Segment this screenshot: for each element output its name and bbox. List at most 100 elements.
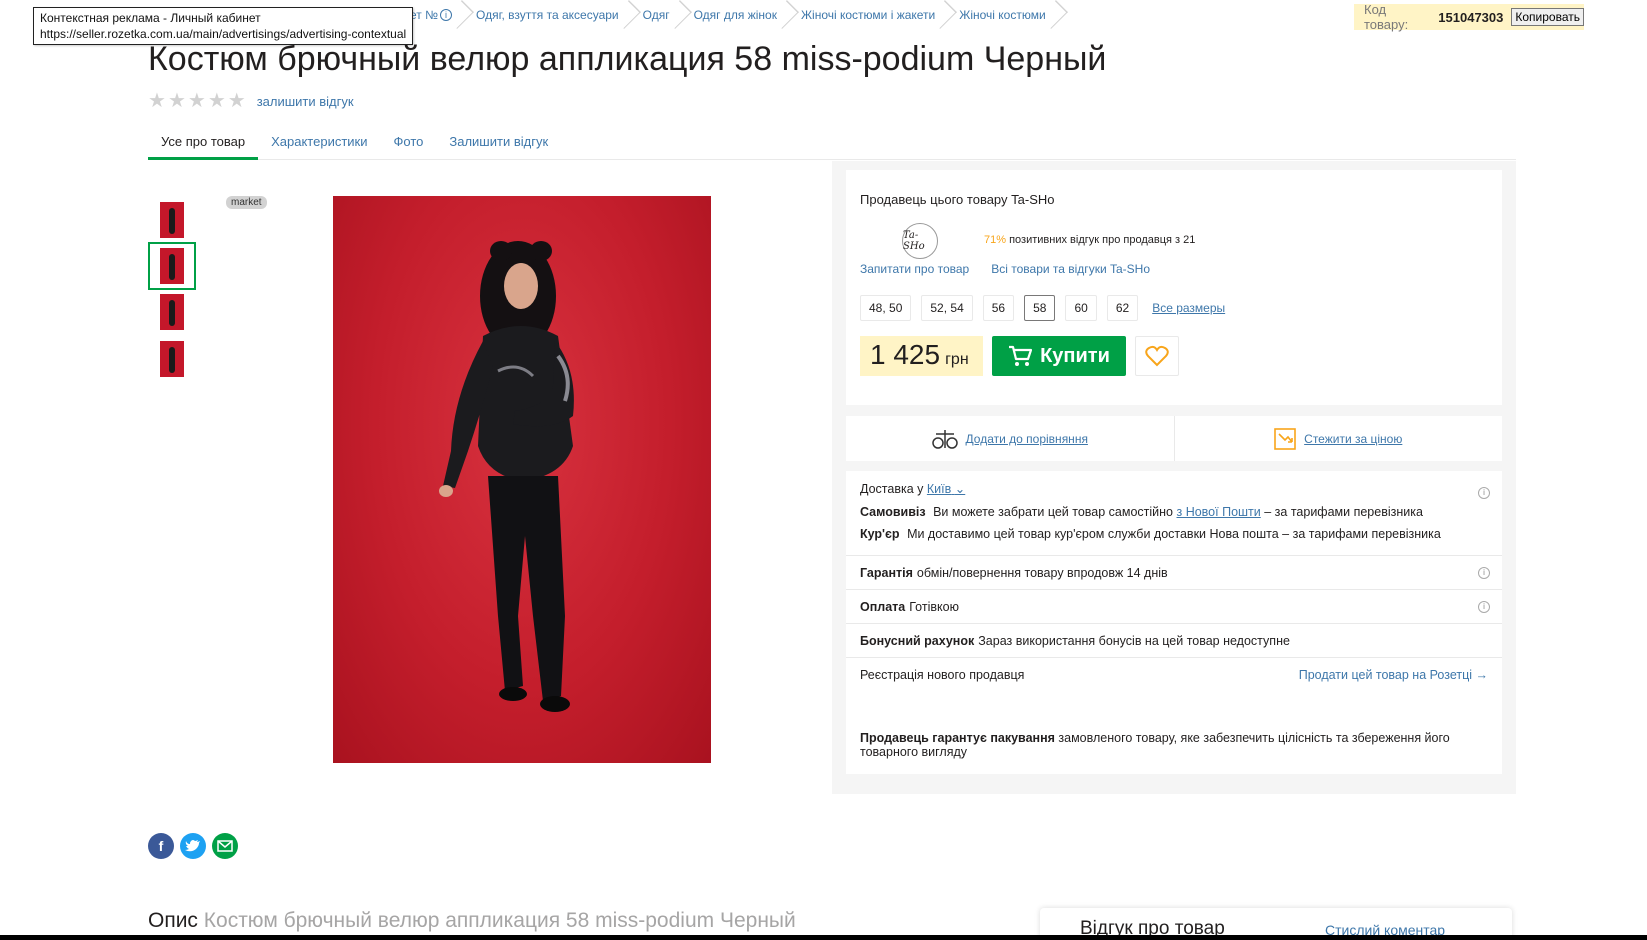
breadcrumb-item[interactable]: Одяг bbox=[631, 0, 682, 30]
delivery-city: Київ bbox=[926, 482, 952, 496]
pickup-title: Самовивіз bbox=[860, 505, 926, 519]
thumbnail-image bbox=[160, 248, 184, 284]
breadcrumb-item[interactable]: Жіночі костюми bbox=[947, 0, 1057, 30]
compare-watch-card: Додати до порівняння Стежити за ціною bbox=[846, 416, 1502, 461]
size-option[interactable]: 52, 54 bbox=[921, 295, 973, 321]
seller-logo-text: Ta-SHo bbox=[903, 230, 925, 252]
courier-line: Кур'єр Ми доставимо цей товар кур'єром с… bbox=[860, 527, 1441, 541]
packaging-title: Продавець гарантує пакування bbox=[860, 731, 1055, 745]
nova-poshta-link[interactable]: з Нової Пошти bbox=[1177, 505, 1261, 519]
gallery-thumbnail[interactable] bbox=[148, 335, 196, 383]
copy-button[interactable]: Копировать bbox=[1511, 8, 1584, 26]
cart-icon bbox=[1009, 345, 1033, 366]
gallery-thumbnail[interactable] bbox=[148, 196, 196, 244]
bonus-text: Зараз використання бонусів на цей товар … bbox=[978, 633, 1290, 648]
seller-positive-text: позитивних відгук про продавця з 21 bbox=[1009, 234, 1196, 246]
sell-on-rozetka-link[interactable]: Продати цей товар на Розетці → bbox=[1299, 668, 1488, 682]
breadcrumb-item[interactable]: Жіночі костюми і жакети bbox=[789, 0, 947, 30]
thumbnail-image bbox=[160, 294, 184, 330]
star-icon: ★ bbox=[207, 90, 226, 112]
pickup-line: Самовивіз Ви можете забрати цей товар са… bbox=[860, 505, 1423, 519]
ask-about-product-link[interactable]: Запитати про товар bbox=[860, 262, 969, 276]
seller-positive-pct: 71% bbox=[984, 234, 1007, 246]
tab-photo[interactable]: Фото bbox=[381, 127, 437, 160]
market-badge: market bbox=[226, 196, 267, 209]
model-figure bbox=[439, 241, 574, 712]
delivery-label: Доставка у bbox=[860, 482, 924, 496]
envelope-glyph bbox=[217, 840, 233, 852]
scales-icon bbox=[931, 429, 958, 449]
heart-icon bbox=[1145, 345, 1169, 367]
seller-all-goods-link[interactable]: Всі товари та відгуки Ta-SHo bbox=[991, 262, 1150, 276]
tab-leave-review[interactable]: Залишити відгук bbox=[436, 127, 561, 160]
payment-text: Готівкою bbox=[909, 599, 959, 614]
add-to-compare-button[interactable]: Додати до порівняння bbox=[846, 416, 1174, 461]
info-icon[interactable]: i bbox=[1478, 567, 1490, 579]
breadcrumb-item[interactable]: Одяг, взуття та аксесуари bbox=[464, 0, 631, 30]
price-currency: грн bbox=[945, 351, 969, 368]
browser-tooltip: Контекстная реклама - Личный кабинет htt… bbox=[33, 7, 414, 45]
size-option[interactable]: 56 bbox=[982, 295, 1015, 321]
rating: ★ ★ ★ ★ ★ залишити відгук bbox=[148, 91, 354, 111]
seller-logo[interactable]: Ta-SHo bbox=[902, 223, 938, 259]
tab-characteristics[interactable]: Характеристики bbox=[258, 127, 380, 160]
size-option[interactable]: 62 bbox=[1106, 295, 1139, 321]
leave-review-link[interactable]: залишити відгук bbox=[257, 94, 354, 109]
facebook-icon[interactable]: f bbox=[148, 833, 174, 859]
page-title: Костюм брючный велюр аппликация 58 miss-… bbox=[148, 40, 1107, 78]
description-product: Костюм брючный велюр аппликация 58 miss-… bbox=[203, 909, 796, 932]
all-sizes-link[interactable]: Все размеры bbox=[1152, 301, 1225, 315]
size-selector: 48, 50 52, 54 56 58 60 62 Все размеры bbox=[860, 295, 1225, 321]
seller-rating: 71% позитивних відгук про продавця з 21 bbox=[984, 234, 1195, 246]
seller-name: Ta-SHo bbox=[1011, 192, 1055, 207]
wishlist-button[interactable] bbox=[1135, 336, 1179, 376]
compare-label: Додати до порівняння bbox=[965, 431, 1088, 446]
pickup-suffix: – за тарифами перевізника bbox=[1264, 505, 1423, 519]
gallery-thumbnail[interactable] bbox=[148, 288, 196, 336]
payment-title: Оплата bbox=[860, 599, 906, 614]
delivery-city-select[interactable]: Київ ⌄ bbox=[927, 482, 965, 496]
registration-text: Реєстрація нового продавця bbox=[860, 668, 1025, 682]
delivery-card: Доставка у Київ ⌄ Самовивіз Ви можете за… bbox=[846, 471, 1502, 749]
price-drop-icon bbox=[1274, 427, 1296, 450]
email-icon[interactable] bbox=[212, 833, 238, 859]
delivery-row: Доставка у Київ ⌄ Самовивіз Ви можете за… bbox=[846, 471, 1502, 555]
product-code-value: 151047303 bbox=[1438, 9, 1504, 25]
purchase-panel: Продавець цього товару Ta-SHo Ta-SHo 71%… bbox=[832, 161, 1516, 794]
chevron-down-icon: ⌄ bbox=[954, 482, 966, 496]
product-tabs: Усе про товар Характеристики Фото Залиши… bbox=[148, 127, 1516, 160]
star-icon: ★ bbox=[227, 90, 246, 112]
info-icon[interactable]: i bbox=[1478, 601, 1490, 613]
size-option-selected[interactable]: 58 bbox=[1024, 295, 1056, 321]
seller-label: Продавець цього товару bbox=[860, 192, 1008, 207]
tab-all-about[interactable]: Усе про товар bbox=[148, 127, 259, 160]
courier-title: Кур'єр bbox=[860, 527, 900, 541]
twitter-bird-glyph bbox=[185, 840, 200, 852]
breadcrumb-item[interactable]: Одяг для жінок bbox=[682, 0, 789, 30]
pickup-text: Ви можете забрати цей товар самостійно bbox=[933, 505, 1174, 519]
product-code: Код товару: 151047303 Копировать bbox=[1354, 2, 1584, 32]
star-icon: ★ bbox=[167, 90, 186, 112]
twitter-icon[interactable] bbox=[180, 833, 206, 859]
gallery-thumbnail-selected[interactable] bbox=[148, 242, 196, 290]
size-option[interactable]: 60 bbox=[1065, 295, 1097, 321]
buy-label: Купити bbox=[1040, 344, 1110, 367]
packaging-guarantee-card: Продавець гарантує пакування замовленого… bbox=[846, 719, 1502, 774]
price-value: 1 425 bbox=[870, 339, 941, 370]
seller-links: Запитати про товар Всі товари та відгуки… bbox=[860, 262, 1150, 276]
price: 1 425 грн bbox=[860, 336, 983, 376]
product-photo[interactable] bbox=[333, 196, 711, 763]
registration-row: Реєстрація нового продавця Продати цей т… bbox=[846, 657, 1502, 692]
tooltip-url: https://seller.rozetka.com.ua/main/adver… bbox=[40, 27, 407, 41]
info-icon: i bbox=[440, 9, 453, 21]
buy-button[interactable]: Купити bbox=[992, 336, 1126, 376]
thumbnail-image bbox=[160, 202, 184, 238]
product-code-label: Код товару: bbox=[1364, 2, 1409, 32]
share-buttons: f bbox=[148, 833, 238, 859]
size-option[interactable]: 48, 50 bbox=[860, 295, 912, 321]
star-icon: ★ bbox=[187, 90, 206, 112]
bonus-row: Бонусний рахунок Зараз використання бону… bbox=[846, 623, 1502, 657]
info-icon[interactable]: i bbox=[1478, 487, 1490, 499]
description-heading: Опис Костюм брючный велюр аппликация 58 … bbox=[148, 909, 796, 933]
watch-price-button[interactable]: Стежити за ціною bbox=[1173, 416, 1503, 461]
